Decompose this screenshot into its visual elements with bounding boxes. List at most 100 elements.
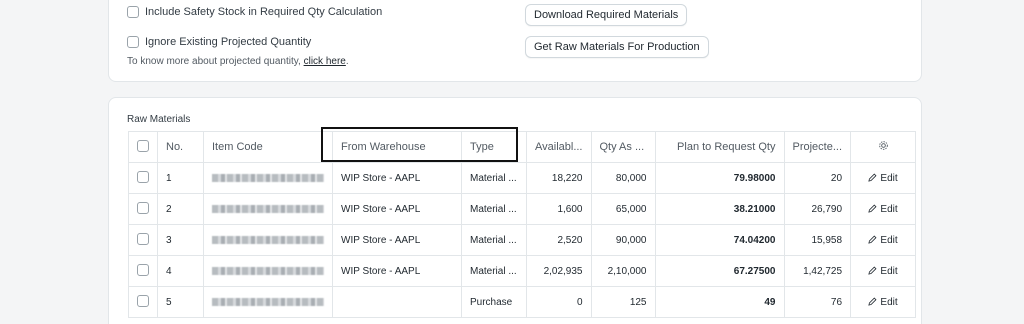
edit-label: Edit — [880, 203, 898, 215]
item-code-redacted — [212, 173, 324, 182]
table-row[interactable]: 3 WIP Store - AAPL Material ... 2,520 90,000… — [128, 224, 917, 256]
edit-label: Edit — [880, 172, 898, 184]
row-checkbox[interactable] — [137, 232, 149, 245]
row-item-code[interactable] — [203, 255, 333, 287]
row-edit-button[interactable]: Edit — [850, 224, 917, 256]
ignore-projected-label: Ignore Existing Projected Quantity — [145, 36, 312, 48]
row-plan-to-request[interactable]: 38.21000 — [654, 193, 785, 225]
row-available: 18,220 — [526, 162, 592, 194]
row-type[interactable]: Material ... — [461, 224, 527, 256]
row-available: 0 — [526, 286, 592, 318]
row-available: 2,02,935 — [526, 255, 592, 287]
row-item-code[interactable] — [203, 193, 333, 225]
row-projected: 20 — [783, 162, 852, 194]
download-required-materials-button[interactable]: Download Required Materials — [525, 4, 688, 26]
include-safety-stock-checkbox[interactable] — [127, 6, 139, 18]
gear-icon[interactable] — [878, 140, 889, 151]
table-row[interactable]: 4 WIP Store - AAPL Material ... 2,02,935 2,1… — [128, 255, 917, 287]
row-qty-as: 80,000 — [590, 162, 656, 194]
row-warehouse[interactable] — [332, 286, 462, 318]
row-qty-as: 2,10,000 — [590, 255, 656, 287]
include-safety-stock-option[interactable]: Include Safety Stock in Required Qty Cal… — [127, 6, 382, 18]
item-code-redacted — [212, 235, 324, 244]
row-edit-button[interactable]: Edit — [850, 286, 917, 318]
edit-label: Edit — [880, 265, 898, 277]
row-checkbox[interactable] — [137, 170, 149, 183]
pencil-icon — [868, 266, 877, 275]
row-qty-as: 65,000 — [590, 193, 656, 225]
row-edit-button[interactable]: Edit — [850, 255, 917, 287]
row-checkbox[interactable] — [137, 294, 149, 307]
row-available: 1,600 — [526, 193, 592, 225]
pencil-icon — [868, 173, 877, 182]
row-projected: 1,42,725 — [783, 255, 852, 287]
ignore-projected-checkbox[interactable] — [127, 36, 139, 48]
row-type[interactable]: Purchase — [461, 286, 527, 318]
row-projected: 15,958 — [783, 224, 852, 256]
col-available: Availabl... — [526, 131, 592, 163]
col-item-code: Item Code — [203, 131, 333, 163]
row-select-cell[interactable] — [128, 255, 158, 287]
table-row[interactable]: 2 WIP Store - AAPL Material ... 1,600 65,000… — [128, 193, 917, 225]
row-warehouse[interactable]: WIP Store - AAPL — [332, 224, 462, 256]
column-settings-cell[interactable] — [850, 131, 917, 163]
ignore-projected-option[interactable]: Ignore Existing Projected Quantity — [127, 36, 311, 48]
get-raw-materials-button[interactable]: Get Raw Materials For Production — [525, 36, 709, 58]
row-no: 5 — [157, 286, 204, 318]
include-safety-stock-label: Include Safety Stock in Required Qty Cal… — [145, 6, 383, 18]
row-qty-as: 125 — [590, 286, 656, 318]
projected-qty-hint: To know more about projected quantity, c… — [127, 56, 349, 67]
row-projected: 26,790 — [783, 193, 852, 225]
row-plan-to-request[interactable]: 74.04200 — [654, 224, 785, 256]
row-warehouse[interactable]: WIP Store - AAPL — [332, 193, 462, 225]
raw-materials-card: Raw Materials No. Item Code From Warehou… — [108, 97, 922, 324]
row-type[interactable]: Material ... — [461, 255, 527, 287]
row-type[interactable]: Material ... — [461, 193, 527, 225]
row-plan-to-request[interactable]: 49 — [654, 286, 785, 318]
row-checkbox[interactable] — [137, 263, 149, 276]
row-edit-button[interactable]: Edit — [850, 162, 917, 194]
row-edit-button[interactable]: Edit — [850, 193, 917, 225]
edit-label: Edit — [880, 296, 898, 308]
row-qty-as: 90,000 — [590, 224, 656, 256]
row-item-code[interactable] — [203, 162, 333, 194]
pencil-icon — [868, 204, 877, 213]
row-type[interactable]: Material ... — [461, 162, 527, 194]
edit-label: Edit — [880, 234, 898, 246]
hint-suffix: . — [345, 56, 349, 67]
options-card: Include Safety Stock in Required Qty Cal… — [108, 0, 922, 82]
row-item-code[interactable] — [203, 224, 333, 256]
row-no: 4 — [157, 255, 204, 287]
row-warehouse[interactable]: WIP Store - AAPL — [332, 162, 462, 194]
col-no: No. — [157, 131, 204, 163]
row-warehouse[interactable]: WIP Store - AAPL — [332, 255, 462, 287]
row-item-code[interactable] — [203, 286, 333, 318]
click-here-link[interactable]: click here — [304, 56, 346, 67]
row-no: 1 — [157, 162, 204, 194]
row-select-cell[interactable] — [128, 286, 158, 318]
row-checkbox[interactable] — [137, 201, 149, 214]
col-plan-to-request: Plan to Request Qty — [654, 131, 785, 163]
row-plan-to-request[interactable]: 67.27500 — [654, 255, 785, 287]
raw-materials-title: Raw Materials — [127, 114, 191, 125]
row-no: 2 — [157, 193, 204, 225]
table-row[interactable]: 5 Purchase 0 125 49 76 Edit — [128, 286, 917, 318]
hint-text: To know more about projected quantity, — [127, 56, 304, 67]
row-select-cell[interactable] — [128, 224, 158, 256]
raw-materials-table: No. Item Code From Warehouse Type Availa… — [128, 131, 917, 318]
pencil-icon — [868, 235, 877, 244]
select-all-checkbox[interactable] — [137, 139, 149, 152]
pencil-icon — [868, 297, 877, 306]
row-select-cell[interactable] — [128, 162, 158, 194]
item-code-redacted — [212, 266, 324, 275]
row-available: 2,520 — [526, 224, 592, 256]
row-no: 3 — [157, 224, 204, 256]
row-plan-to-request[interactable]: 79.98000 — [654, 162, 785, 194]
select-all-cell[interactable] — [128, 131, 158, 163]
col-type: Type — [461, 131, 527, 163]
col-qty-as: Qty As ... — [590, 131, 656, 163]
table-row[interactable]: 1 WIP Store - AAPL Material ... 18,220 80,00… — [128, 162, 917, 194]
table-header-row: No. Item Code From Warehouse Type Availa… — [128, 131, 917, 163]
col-projected: Projecte... — [783, 131, 852, 163]
row-select-cell[interactable] — [128, 193, 158, 225]
